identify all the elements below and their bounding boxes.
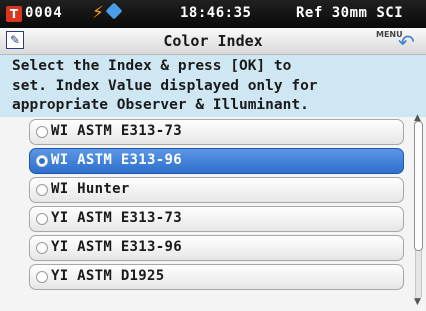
battery-charging-icon: ⚡: [92, 3, 104, 23]
list-item-label: YI ASTM E313-73: [51, 210, 182, 226]
bluetooth-icon: [105, 2, 123, 20]
list-item-wi-hunter[interactable]: WI Hunter: [29, 177, 404, 203]
color-index-screen: T 0004 ⚡ 18:46:35 Ref 30mm SCI ✎ Color I…: [0, 0, 426, 311]
list-item-yi-astm-e313-96[interactable]: YI ASTM E313-96: [29, 235, 404, 261]
list-scrollbar[interactable]: ▲ ▼: [412, 113, 423, 307]
scroll-thumb[interactable]: [414, 121, 423, 251]
scroll-down-arrow-icon: ▼: [414, 297, 421, 307]
radio-button-selected[interactable]: [36, 155, 48, 167]
radio-button[interactable]: [36, 126, 48, 138]
list-item-label: YI ASTM D1925: [51, 268, 165, 284]
index-list: WI ASTM E313-73 WI ASTM E313-96 WI Hunte…: [0, 117, 426, 311]
list-item-wi-astm-e313-96[interactable]: WI ASTM E313-96: [29, 148, 404, 174]
instruction-text: Select the Index & press [OK] to set. In…: [12, 58, 318, 113]
list-item-label: WI ASTM E313-73: [51, 123, 182, 139]
list-item-wi-astm-e313-73[interactable]: WI ASTM E313-73: [29, 119, 404, 145]
list-item-yi-astm-d1925[interactable]: YI ASTM D1925: [29, 264, 404, 290]
radio-button[interactable]: [36, 184, 48, 196]
measurement-condition: Ref 30mm SCI: [296, 5, 404, 21]
back-arrow-icon: ↶: [398, 30, 415, 54]
list-item-label: WI Hunter: [51, 181, 130, 197]
status-bar: T 0004 ⚡ 18:46:35 Ref 30mm SCI: [0, 0, 426, 28]
target-icon: T: [6, 6, 22, 22]
instruction-panel: Select the Index & press [OK] to set. In…: [0, 55, 426, 117]
sample-number: 0004: [25, 5, 63, 21]
radio-button[interactable]: [36, 242, 48, 254]
list-item-label: YI ASTM E313-96: [51, 239, 182, 255]
radio-dot-icon: [39, 158, 45, 164]
radio-button[interactable]: [36, 213, 48, 225]
menu-back-button[interactable]: MENU ↶: [376, 30, 420, 52]
clock-time: 18:46:35: [180, 5, 252, 21]
title-bar: ✎ Color Index MENU ↶: [0, 28, 426, 55]
list-item-yi-astm-e313-73[interactable]: YI ASTM E313-73: [29, 206, 404, 232]
page-title: Color Index: [163, 32, 263, 50]
list-item-label: WI ASTM E313-96: [51, 152, 182, 168]
radio-button[interactable]: [36, 271, 48, 283]
